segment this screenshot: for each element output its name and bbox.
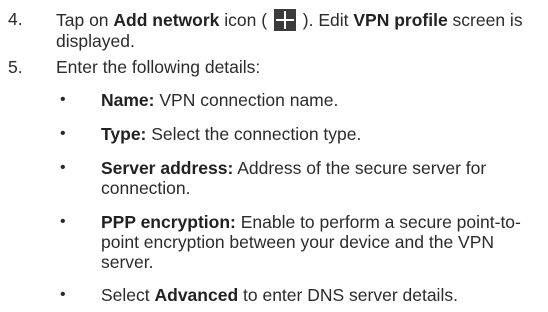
bullet-icon: • <box>60 286 66 303</box>
field-type-label: Type: <box>101 124 147 144</box>
step-number: 4. <box>8 9 23 29</box>
bullet-icon: • <box>60 125 66 142</box>
bullet-icon: • <box>60 91 66 108</box>
step-number: 5. <box>8 57 23 77</box>
advanced-label: Advanced <box>154 285 239 305</box>
vpn-profile-label: VPN profile <box>353 10 448 30</box>
field-name-label: Name: <box>101 90 155 110</box>
field-ppp-encryption-label: PPP encryption: <box>101 212 236 232</box>
plus-icon <box>273 9 296 31</box>
bullet-icon: • <box>60 213 66 230</box>
field-server-address-label: Server address: <box>101 158 234 178</box>
step-text: Tap on Add network icon ( ). Edit VPN pr… <box>56 9 523 51</box>
add-network-label: Add network <box>113 10 220 30</box>
step-text: Enter the following details: <box>56 57 261 77</box>
bullet-icon: • <box>60 159 66 176</box>
